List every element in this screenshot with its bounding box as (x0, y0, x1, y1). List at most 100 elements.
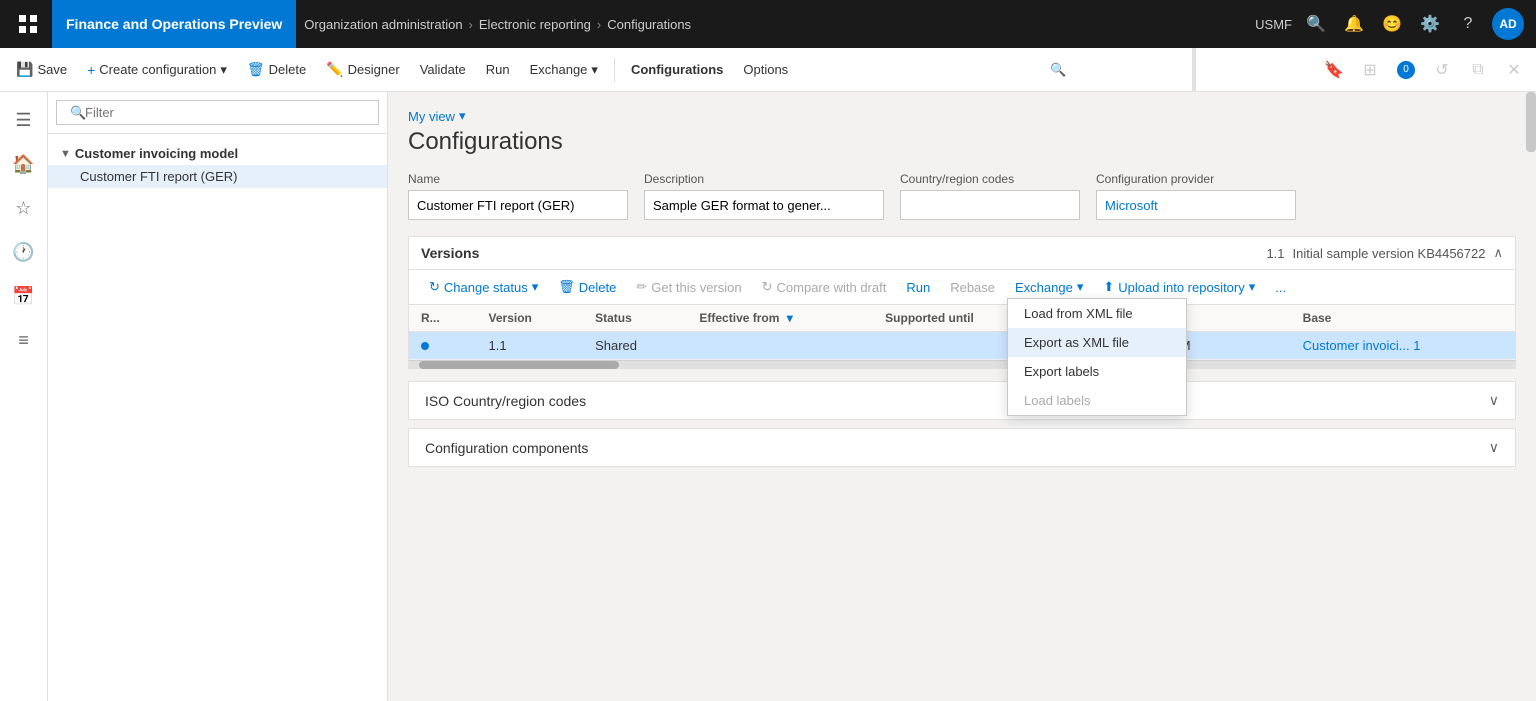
exchange-dropdown-menu: Load from XML file Export as XML file Ex… (1007, 298, 1187, 416)
sidebar-icon-menu[interactable]: ☰ (4, 100, 44, 140)
page-title: Configurations (408, 128, 1516, 156)
change-status-icon: ↻ (429, 279, 440, 295)
smiley-icon[interactable]: 😊 (1378, 10, 1406, 38)
filter-wrap: 🔍 (56, 100, 379, 125)
upload-icon: ⬆ (1103, 279, 1114, 295)
get-this-version-button[interactable]: ✏ Get this version (628, 276, 749, 298)
help-icon[interactable]: ? (1454, 10, 1482, 38)
badge-icon[interactable]: 0 (1392, 56, 1420, 84)
get-version-icon: ✏ (636, 279, 647, 295)
h-scroll-area[interactable] (409, 360, 1515, 368)
country-value[interactable] (900, 190, 1080, 220)
v-scroll-track[interactable] (1526, 92, 1536, 701)
row-base[interactable]: Customer invoici... 1 (1291, 332, 1515, 360)
exchange-version-button[interactable]: Exchange ▾ (1007, 276, 1091, 298)
upload-into-repository-button[interactable]: ⬆ Upload into repository ▾ (1095, 276, 1263, 298)
compare-with-draft-button[interactable]: ↻ Compare with draft (754, 276, 895, 298)
bookmark-icon[interactable]: 🔖 (1320, 56, 1348, 84)
sidebar-icon-star[interactable]: ☆ (4, 188, 44, 228)
main-layout: ☰ 🏠 ☆ 🕐 📅 ≡ 🔍 ▼ Customer invoicing model… (0, 92, 1536, 701)
create-chevron-icon: ▾ (220, 62, 227, 78)
toolbar-search[interactable]: 🔍 (1044, 56, 1072, 84)
provider-value[interactable]: Microsoft (1096, 190, 1296, 220)
layout-icon[interactable]: ⊞ (1356, 56, 1384, 84)
app-title: Finance and Operations Preview (52, 0, 296, 48)
view-selector[interactable]: My view ▾ (408, 108, 1516, 124)
toolbar-separator (614, 58, 615, 82)
form-field-country: Country/region codes (900, 172, 1080, 220)
versions-table-wrap: R... Version Status Effective from ▾ Sup… (409, 305, 1515, 360)
sidebar-icon-calendar[interactable]: 📅 (4, 276, 44, 316)
exchange-chevron-icon: ▾ (591, 62, 598, 78)
search-icon[interactable]: 🔍 (1302, 10, 1330, 38)
delete-icon: 🗑 (247, 61, 265, 78)
iso-title: ISO Country/region codes (425, 393, 1489, 409)
view-selector-label: My view (408, 109, 455, 124)
delete-toolbar-button[interactable]: 🗑 Delete (239, 57, 314, 82)
configurations-tab[interactable]: Configurations (623, 58, 731, 81)
sidebar-icon-home[interactable]: 🏠 (4, 144, 44, 184)
notification-icon[interactable]: 🔔 (1340, 10, 1368, 38)
run-version-button[interactable]: Run (898, 277, 938, 298)
breadcrumb-org[interactable]: Organization administration (304, 17, 462, 32)
run-toolbar-button[interactable]: Run (478, 58, 518, 81)
change-status-button[interactable]: ↻ Change status ▾ (421, 276, 546, 298)
expand-icon: ▼ (60, 148, 71, 160)
more-actions-button[interactable]: ... (1267, 277, 1294, 298)
options-tab[interactable]: Options (735, 58, 796, 81)
export-as-xml-item[interactable]: Export as XML file (1008, 328, 1186, 357)
v-scroll-thumb[interactable] (1526, 92, 1536, 152)
filter-input[interactable] (56, 100, 379, 125)
description-input[interactable] (644, 190, 884, 220)
sidebar-icon-list[interactable]: ≡ (4, 320, 44, 360)
sidebar-icons: ☰ 🏠 ☆ 🕐 📅 ≡ (0, 92, 48, 701)
col-effective-from: Effective from ▾ (687, 305, 873, 332)
toolbar: 💾 Save + Create configuration ▾ 🗑 Delete… (0, 48, 1536, 92)
exchange-toolbar-button[interactable]: Exchange ▾ (522, 58, 606, 82)
row-version: 1.1 (477, 332, 584, 360)
delete-version-button[interactable]: 🗑 Delete (550, 276, 624, 298)
validate-button[interactable]: Validate (412, 58, 474, 81)
refresh-icon[interactable]: ↺ (1428, 56, 1456, 84)
table-row[interactable]: 1.1 Shared 7/31/2018 5:51:01 AM Customer… (409, 332, 1515, 360)
h-scroll-thumb[interactable] (419, 361, 619, 369)
designer-button[interactable]: ✏️ Designer (318, 57, 407, 82)
tree-item-child[interactable]: Customer FTI report (GER) (48, 165, 387, 188)
breadcrumb-config[interactable]: Configurations (607, 17, 691, 32)
name-input[interactable] (408, 190, 628, 220)
versions-table: R... Version Status Effective from ▾ Sup… (409, 305, 1515, 360)
export-labels-item[interactable]: Export labels (1008, 357, 1186, 386)
create-configuration-button[interactable]: + Create configuration ▾ (79, 58, 235, 82)
rebase-button[interactable]: Rebase (942, 277, 1003, 298)
config-components-section: Configuration components ∨ (408, 428, 1516, 467)
table-header-row: R... Version Status Effective from ▾ Sup… (409, 305, 1515, 332)
compare-icon: ↻ (762, 279, 773, 295)
breadcrumb-sep-1: › (469, 17, 473, 32)
row-indicator-cell (409, 332, 477, 360)
iso-accordion-header[interactable]: ISO Country/region codes ∨ (409, 382, 1515, 419)
load-labels-item[interactable]: Load labels (1008, 386, 1186, 415)
config-chevron-icon: ∨ (1489, 439, 1499, 456)
form-field-description: Description (644, 172, 884, 220)
versions-collapse-icon[interactable]: ∧ (1493, 245, 1503, 261)
tree-item-parent[interactable]: ▼ Customer invoicing model (48, 142, 387, 165)
content-inner: My view ▾ Configurations Name Descriptio… (388, 92, 1536, 491)
sidebar-icon-clock[interactable]: 🕐 (4, 232, 44, 272)
app-grid-icon[interactable] (12, 8, 44, 40)
tree-content: ▼ Customer invoicing model Customer FTI … (48, 134, 387, 701)
save-button[interactable]: 💾 Save (8, 57, 75, 82)
provider-label: Configuration provider (1096, 172, 1296, 186)
load-from-xml-item[interactable]: Load from XML file (1008, 299, 1186, 328)
upload-chevron-icon: ▾ (1249, 279, 1256, 295)
tree-panel: 🔍 ▼ Customer invoicing model Customer FT… (48, 92, 388, 701)
close-icon[interactable]: ✕ (1500, 56, 1528, 84)
breadcrumb-er[interactable]: Electronic reporting (479, 17, 591, 32)
settings-icon[interactable]: ⚙️ (1416, 10, 1444, 38)
avatar[interactable]: AD (1492, 8, 1524, 40)
row-indicator-dot (421, 342, 429, 350)
row-effective-from (687, 332, 873, 360)
create-icon: + (87, 62, 95, 78)
open-new-icon[interactable]: ⧉ (1464, 56, 1492, 84)
config-accordion-header[interactable]: Configuration components ∨ (409, 429, 1515, 466)
view-selector-chevron: ▾ (459, 108, 466, 124)
